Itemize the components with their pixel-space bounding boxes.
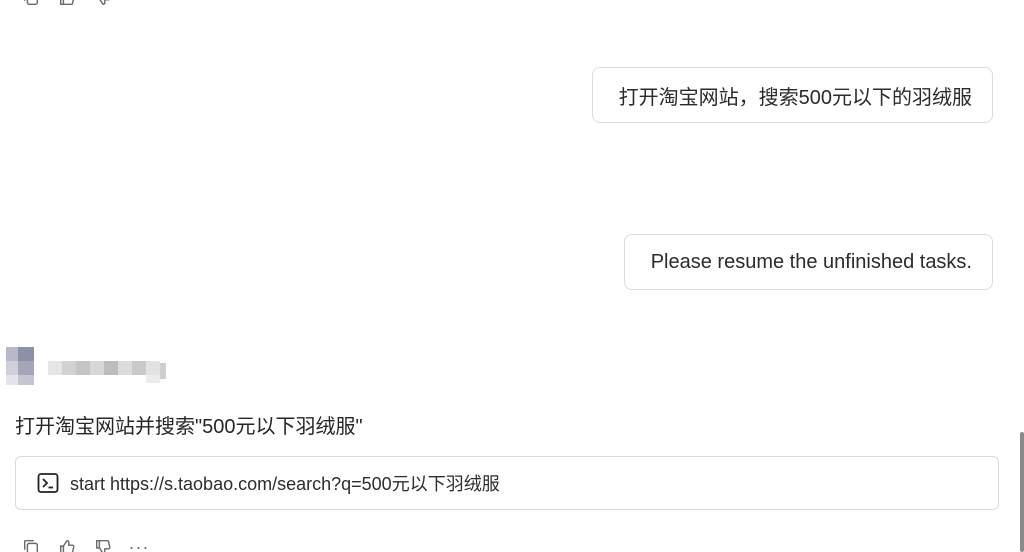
user-message-bubble: Please resume the unfinished tasks. — [623, 234, 993, 290]
thumbs-up-icon[interactable] — [56, 536, 78, 552]
terminal-icon — [36, 471, 60, 495]
user-message-text: Please resume the unfinished tasks. — [650, 250, 972, 273]
assistant-message-text: 打开淘宝网站并搜索"500元以下羽绒服" — [15, 416, 363, 438]
user-message-text: 打开淘宝网站，搜索500元以下的羽绒服 — [618, 86, 972, 109]
more-icon[interactable]: ··· — [128, 536, 150, 552]
message-actions-top — [20, 0, 128, 9]
scrollbar-thumb[interactable] — [1020, 432, 1024, 552]
command-block[interactable]: start https://s.taobao.com/search?q=500元… — [15, 456, 999, 510]
assistant-avatar-redacted — [0, 345, 180, 387]
user-message-bubble: 打开淘宝网站，搜索500元以下的羽绒服 — [591, 67, 993, 123]
thumbs-up-icon[interactable] — [56, 0, 78, 9]
message-actions-bottom: ··· — [20, 536, 164, 552]
copy-icon[interactable] — [20, 536, 42, 552]
copy-icon[interactable] — [20, 0, 42, 9]
thumbs-down-icon[interactable] — [92, 0, 114, 9]
thumbs-down-icon[interactable] — [92, 536, 114, 552]
command-text: start https://s.taobao.com/search?q=500元… — [70, 474, 500, 494]
chat-view: 打开淘宝网站，搜索500元以下的羽绒服 Please resume the un… — [0, 0, 1024, 552]
